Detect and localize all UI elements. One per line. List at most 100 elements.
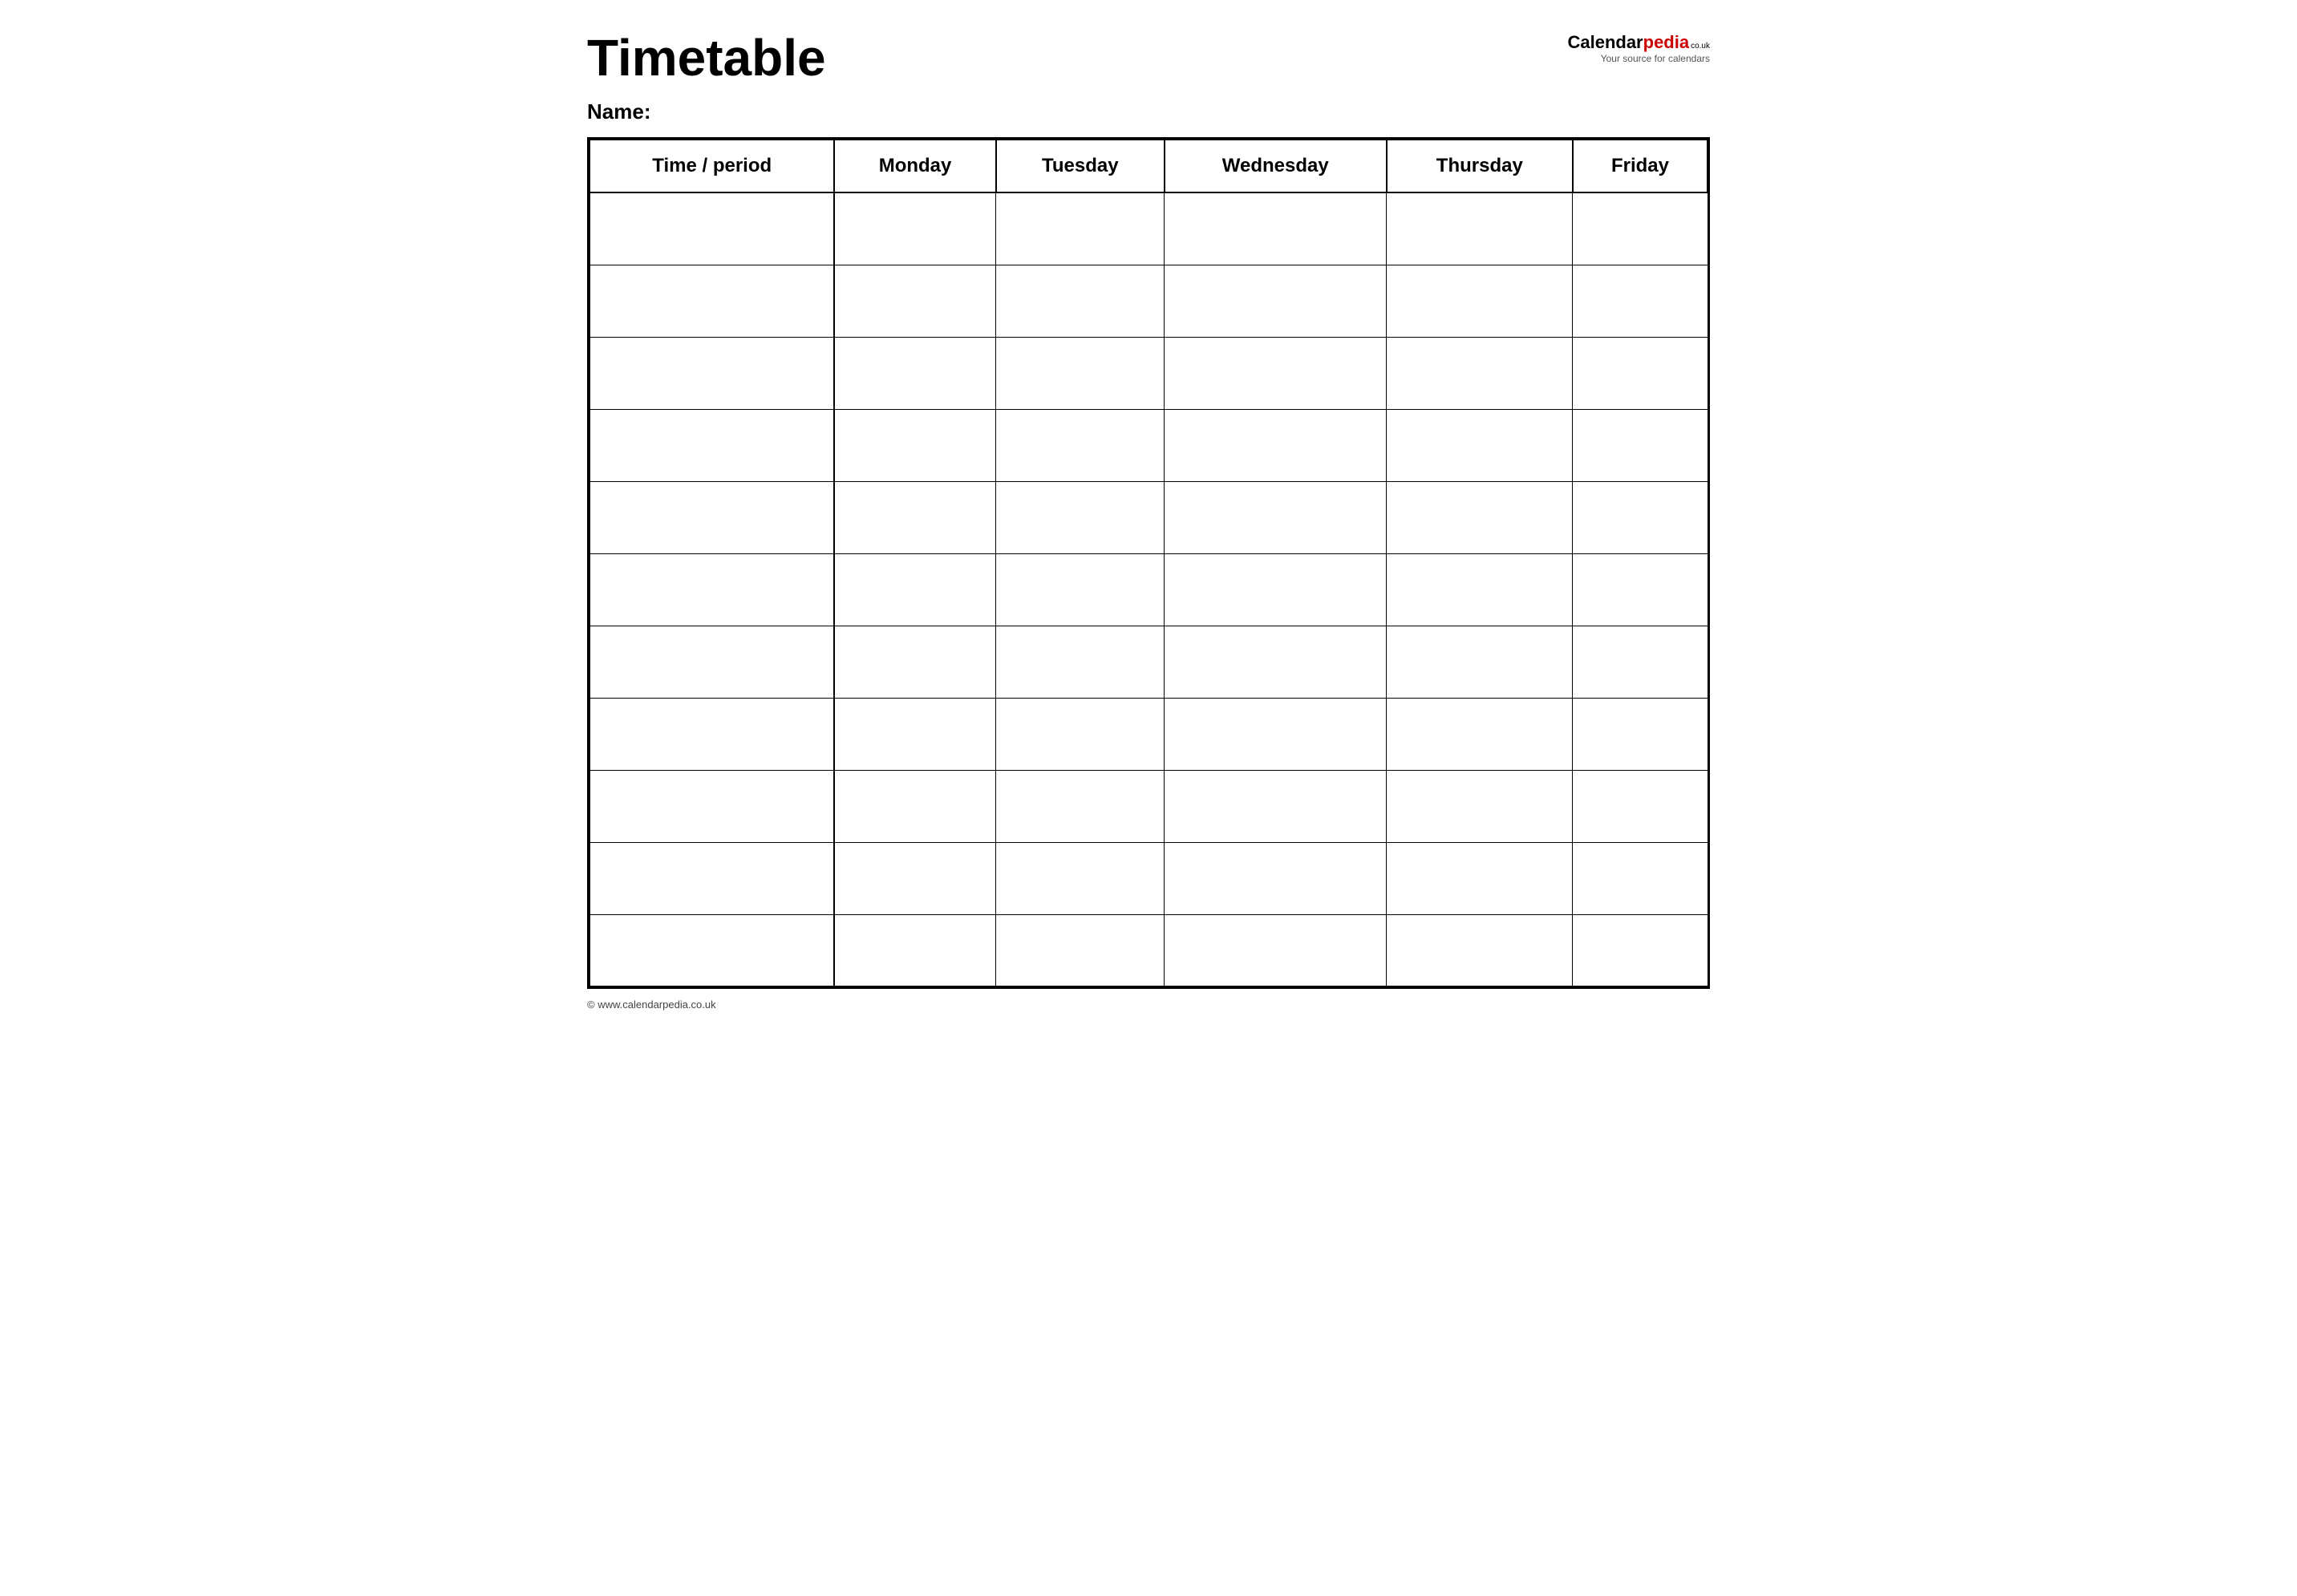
table-cell[interactable] [834, 481, 995, 553]
table-cell[interactable] [1165, 553, 1387, 626]
table-row [589, 914, 1708, 986]
table-cell[interactable] [996, 698, 1165, 770]
table-cell[interactable] [1387, 409, 1573, 481]
table-cell[interactable] [1165, 842, 1387, 914]
table-row [589, 626, 1708, 698]
table-cell[interactable] [1387, 914, 1573, 986]
table-cell[interactable] [996, 409, 1165, 481]
table-cell[interactable] [589, 770, 834, 842]
logo-line1: Calendarpediaco.uk [1567, 32, 1710, 53]
table-cell[interactable] [834, 337, 995, 409]
table-cell[interactable] [1387, 626, 1573, 698]
table-cell[interactable] [589, 481, 834, 553]
table-cell[interactable] [834, 770, 995, 842]
table-row [589, 770, 1708, 842]
table-header: Time / period Monday Tuesday Wednesday T… [589, 140, 1708, 192]
table-row [589, 337, 1708, 409]
table-cell[interactable] [1387, 698, 1573, 770]
table-cell[interactable] [589, 337, 834, 409]
table-cell[interactable] [834, 192, 995, 265]
table-cell[interactable] [1573, 409, 1708, 481]
timetable-wrapper: Time / period Monday Tuesday Wednesday T… [587, 137, 1710, 989]
table-cell[interactable] [996, 842, 1165, 914]
header-tuesday: Tuesday [996, 140, 1165, 192]
table-row [589, 192, 1708, 265]
table-cell[interactable] [589, 842, 834, 914]
table-cell[interactable] [1165, 698, 1387, 770]
table-cell[interactable] [1573, 337, 1708, 409]
table-cell[interactable] [834, 698, 995, 770]
logo-tagline: Your source for calendars [1567, 53, 1710, 64]
table-cell[interactable] [1573, 265, 1708, 337]
logo-tld: co.uk [1691, 42, 1710, 51]
table-cell[interactable] [1165, 914, 1387, 986]
table-row [589, 842, 1708, 914]
table-cell[interactable] [1165, 626, 1387, 698]
name-section: Name: [587, 99, 1710, 124]
table-cell[interactable] [1573, 842, 1708, 914]
table-row [589, 409, 1708, 481]
logo-calendar-text: Calendar [1567, 32, 1643, 53]
footer: © www.calendarpedia.co.uk [587, 999, 1710, 1011]
table-cell[interactable] [996, 770, 1165, 842]
table-row [589, 698, 1708, 770]
table-cell[interactable] [834, 914, 995, 986]
table-cell[interactable] [1573, 481, 1708, 553]
table-cell[interactable] [589, 626, 834, 698]
table-cell[interactable] [1387, 265, 1573, 337]
logo-container: Calendarpediaco.uk Your source for calen… [1567, 32, 1710, 65]
page-container: Timetable Calendarpediaco.uk Your source… [587, 32, 1710, 1011]
header-section: Timetable Calendarpediaco.uk Your source… [587, 32, 1710, 83]
table-cell[interactable] [996, 626, 1165, 698]
table-cell[interactable] [996, 265, 1165, 337]
table-cell[interactable] [1573, 192, 1708, 265]
table-cell[interactable] [589, 553, 834, 626]
page-title: Timetable [587, 32, 826, 83]
table-cell[interactable] [589, 192, 834, 265]
table-cell[interactable] [1573, 698, 1708, 770]
table-cell[interactable] [1573, 770, 1708, 842]
header-wednesday: Wednesday [1165, 140, 1387, 192]
table-cell[interactable] [1387, 192, 1573, 265]
table-row [589, 553, 1708, 626]
table-cell[interactable] [1387, 553, 1573, 626]
timetable: Time / period Monday Tuesday Wednesday T… [589, 139, 1708, 987]
table-cell[interactable] [834, 553, 995, 626]
table-cell[interactable] [1165, 192, 1387, 265]
table-cell[interactable] [834, 626, 995, 698]
table-cell[interactable] [1387, 842, 1573, 914]
table-cell[interactable] [996, 337, 1165, 409]
table-cell[interactable] [1165, 481, 1387, 553]
table-cell[interactable] [589, 409, 834, 481]
header-friday: Friday [1573, 140, 1708, 192]
table-body [589, 192, 1708, 986]
table-cell[interactable] [1387, 770, 1573, 842]
table-cell[interactable] [996, 192, 1165, 265]
table-cell[interactable] [1165, 337, 1387, 409]
table-cell[interactable] [996, 914, 1165, 986]
table-cell[interactable] [1165, 770, 1387, 842]
table-cell[interactable] [834, 409, 995, 481]
table-cell[interactable] [1165, 265, 1387, 337]
table-cell[interactable] [996, 553, 1165, 626]
header-thursday: Thursday [1387, 140, 1573, 192]
table-row [589, 265, 1708, 337]
header-time-period: Time / period [589, 140, 834, 192]
table-cell[interactable] [589, 914, 834, 986]
table-cell[interactable] [1573, 553, 1708, 626]
table-cell[interactable] [834, 265, 995, 337]
footer-url: © www.calendarpedia.co.uk [587, 999, 716, 1011]
table-cell[interactable] [589, 698, 834, 770]
table-cell[interactable] [834, 842, 995, 914]
table-cell[interactable] [996, 481, 1165, 553]
table-cell[interactable] [1165, 409, 1387, 481]
header-monday: Monday [834, 140, 995, 192]
table-cell[interactable] [1387, 481, 1573, 553]
header-row: Time / period Monday Tuesday Wednesday T… [589, 140, 1708, 192]
logo-pedia-text: pedia [1643, 32, 1689, 53]
table-cell[interactable] [589, 265, 834, 337]
table-cell[interactable] [1387, 337, 1573, 409]
table-row [589, 481, 1708, 553]
table-cell[interactable] [1573, 914, 1708, 986]
table-cell[interactable] [1573, 626, 1708, 698]
